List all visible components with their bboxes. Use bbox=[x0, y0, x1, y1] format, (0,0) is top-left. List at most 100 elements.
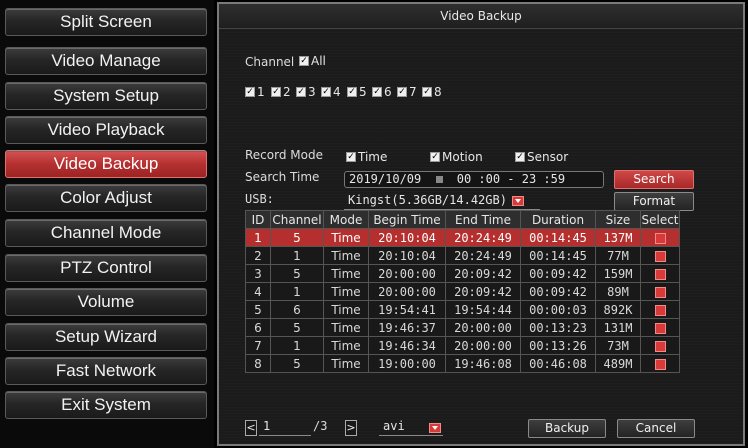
main-menu: Split Screen Video Manage System Setup V… bbox=[0, 0, 214, 448]
col-channel: Channel bbox=[270, 210, 324, 229]
backup-button[interactable]: Backup bbox=[528, 419, 606, 438]
menu-ptz-control[interactable]: PTZ Control bbox=[5, 254, 207, 282]
channel-1-checkbox[interactable]: ✓ bbox=[245, 87, 255, 97]
cell-duration: 00:09:42 bbox=[520, 264, 596, 283]
channel-2-label: 2 bbox=[283, 85, 291, 99]
search-date-value: 2019/10/09 bbox=[349, 172, 422, 186]
cell-end-time: 19:46:08 bbox=[445, 354, 521, 373]
cell-channel: 5 bbox=[270, 318, 324, 337]
cell-size: 77M bbox=[595, 246, 641, 265]
format-button[interactable]: Format bbox=[614, 192, 694, 211]
cell-duration: 00:13:23 bbox=[520, 318, 596, 337]
menu-setup-wizard[interactable]: Setup Wizard bbox=[5, 323, 207, 351]
cell-end-time: 20:24:49 bbox=[445, 228, 521, 247]
cell-channel: 5 bbox=[270, 264, 324, 283]
select-checkbox[interactable] bbox=[654, 286, 666, 298]
menu-video-backup[interactable]: Video Backup bbox=[5, 150, 207, 178]
channel-4-checkbox[interactable]: ✓ bbox=[321, 87, 331, 97]
select-checkbox[interactable] bbox=[654, 322, 666, 334]
cell-duration: 00:13:26 bbox=[520, 336, 596, 355]
cell-end-time: 20:00:00 bbox=[445, 318, 521, 337]
menu-video-playback[interactable]: Video Playback bbox=[5, 116, 207, 144]
menu-fast-network[interactable]: Fast Network bbox=[5, 357, 207, 385]
select-checkbox[interactable] bbox=[654, 232, 666, 244]
mode-motion-checkbox[interactable]: ✓ bbox=[430, 152, 440, 162]
channel-4-label: 4 bbox=[333, 85, 341, 99]
mode-time-checkbox[interactable]: ✓ bbox=[346, 152, 356, 162]
next-page-button[interactable]: > bbox=[345, 420, 357, 436]
channel-7-label: 7 bbox=[409, 85, 417, 99]
video-backup-dialog: Video Backup Channel ✓ All ✓ 1 ✓ 2 ✓ 3 ✓… bbox=[217, 2, 745, 446]
col-begin-time: Begin Time bbox=[368, 210, 446, 229]
select-checkbox[interactable] bbox=[654, 358, 666, 370]
table-row[interactable]: 4 1 Time 20:00:00 20:09:42 00:09:42 89M bbox=[245, 282, 680, 301]
channel-7-checkbox[interactable]: ✓ bbox=[397, 87, 407, 97]
menu-split-screen[interactable]: Split Screen bbox=[5, 8, 207, 36]
cell-id: 8 bbox=[245, 354, 271, 373]
cell-duration: 00:14:45 bbox=[520, 228, 596, 247]
cell-channel: 1 bbox=[270, 282, 324, 301]
all-label: All bbox=[311, 54, 326, 68]
menu-exit-system[interactable]: Exit System bbox=[5, 391, 207, 419]
menu-channel-mode[interactable]: Channel Mode bbox=[5, 219, 207, 247]
usb-label: USB: bbox=[245, 192, 274, 206]
cell-begin-time: 20:10:04 bbox=[368, 228, 446, 247]
menu-volume[interactable]: Volume bbox=[5, 288, 207, 316]
channel-5-checkbox[interactable]: ✓ bbox=[347, 87, 357, 97]
menu-color-adjust[interactable]: Color Adjust bbox=[5, 184, 207, 212]
channel-8-label: 8 bbox=[434, 85, 442, 99]
file-format-dropdown-icon[interactable] bbox=[429, 423, 441, 433]
channel-8-checkbox[interactable]: ✓ bbox=[422, 87, 432, 97]
cell-select bbox=[640, 354, 680, 373]
search-time-field[interactable]: 2019/10/09 00 :00 - 23 :59 bbox=[344, 171, 604, 188]
table-header-row: ID Channel Mode Begin Time End Time Dura… bbox=[245, 210, 680, 229]
channel-5-label: 5 bbox=[359, 85, 367, 99]
mode-sensor-checkbox[interactable]: ✓ bbox=[515, 152, 525, 162]
cell-mode: Time bbox=[323, 264, 369, 283]
col-id: ID bbox=[245, 210, 271, 229]
mode-motion-label: Motion bbox=[442, 150, 483, 164]
table-row[interactable]: 6 5 Time 19:46:37 20:00:00 00:13:23 131M bbox=[245, 318, 680, 337]
col-select: Select bbox=[640, 210, 680, 229]
page-current: 1 bbox=[263, 419, 271, 433]
table-row[interactable]: 3 5 Time 20:00:00 20:09:42 00:09:42 159M bbox=[245, 264, 680, 283]
cell-size: 489M bbox=[595, 354, 641, 373]
channel-3-checkbox[interactable]: ✓ bbox=[296, 87, 306, 97]
table-row[interactable]: 7 1 Time 19:46:34 20:00:00 00:13:26 73M bbox=[245, 336, 680, 355]
prev-page-button[interactable]: < bbox=[245, 420, 257, 436]
table-row[interactable]: 1 5 Time 20:10:04 20:24:49 00:14:45 137M bbox=[245, 228, 680, 247]
select-checkbox[interactable] bbox=[654, 340, 666, 352]
cell-id: 1 bbox=[245, 228, 271, 247]
col-end-time: End Time bbox=[445, 210, 521, 229]
all-checkbox[interactable]: ✓ bbox=[299, 56, 309, 66]
cell-size: 159M bbox=[595, 264, 641, 283]
cell-begin-time: 20:00:00 bbox=[368, 264, 446, 283]
channel-2-checkbox[interactable]: ✓ bbox=[271, 87, 281, 97]
cell-duration: 00:46:08 bbox=[520, 354, 596, 373]
menu-system-setup[interactable]: System Setup bbox=[5, 82, 207, 110]
cell-end-time: 20:24:49 bbox=[445, 246, 521, 265]
calendar-icon[interactable] bbox=[436, 176, 444, 183]
cell-end-time: 20:09:42 bbox=[445, 264, 521, 283]
col-mode: Mode bbox=[323, 210, 369, 229]
cell-begin-time: 19:46:37 bbox=[368, 318, 446, 337]
menu-video-manage[interactable]: Video Manage bbox=[5, 47, 207, 75]
table-row[interactable]: 2 1 Time 20:10:04 20:24:49 00:14:45 77M bbox=[245, 246, 680, 265]
channel-6-checkbox[interactable]: ✓ bbox=[372, 87, 382, 97]
usb-dropdown-icon[interactable] bbox=[512, 196, 524, 206]
select-checkbox[interactable] bbox=[654, 268, 666, 280]
search-button[interactable]: Search bbox=[614, 170, 694, 189]
cell-id: 2 bbox=[245, 246, 271, 265]
page-input[interactable]: 1 bbox=[259, 419, 311, 436]
cell-select bbox=[640, 318, 680, 337]
cancel-button[interactable]: Cancel bbox=[617, 419, 695, 438]
cell-select bbox=[640, 282, 680, 301]
table-row[interactable]: 5 6 Time 19:54:41 19:54:44 00:00:03 892K bbox=[245, 300, 680, 319]
usb-select[interactable]: Kingst(5.36GB/14.42GB) bbox=[344, 193, 540, 210]
cell-size: 89M bbox=[595, 282, 641, 301]
cell-begin-time: 20:00:00 bbox=[368, 282, 446, 301]
table-row[interactable]: 8 5 Time 19:00:00 19:46:08 00:46:08 489M bbox=[245, 354, 680, 373]
select-checkbox[interactable] bbox=[654, 304, 666, 316]
select-checkbox[interactable] bbox=[654, 250, 666, 262]
channel-6-label: 6 bbox=[384, 85, 392, 99]
